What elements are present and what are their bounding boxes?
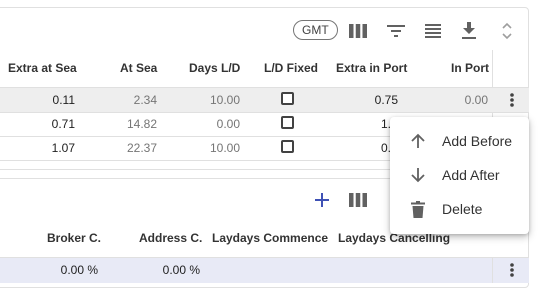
cell-extra-in-port[interactable]: 0.75 <box>375 93 398 107</box>
cell-in-port[interactable]: 0.00 <box>465 93 488 107</box>
menu-item-label: Delete <box>442 201 483 217</box>
header-laydays-commence[interactable]: Laydays Commence <box>212 231 328 245</box>
menu-item-add-after[interactable]: Add After <box>390 158 529 192</box>
header-extra-at-sea[interactable]: Extra at Sea <box>8 61 77 75</box>
cell-at-sea[interactable]: 2.34 <box>134 93 157 107</box>
cell-at-sea[interactable]: 22.37 <box>127 141 157 155</box>
cell-broker-c[interactable]: 0.00 % <box>61 263 98 277</box>
row-more-icon[interactable] <box>497 88 527 112</box>
arrow-up-icon <box>408 131 428 151</box>
cell-days-ld[interactable]: 10.00 <box>210 93 240 107</box>
row-more-icon[interactable] <box>497 258 527 282</box>
cell-address-c[interactable]: 0.00 % <box>163 263 200 277</box>
add-icon[interactable] <box>312 190 332 210</box>
sticky-column-divider <box>492 258 493 283</box>
header-ld-fixed[interactable]: L/D Fixed <box>264 61 318 75</box>
header-broker-c[interactable]: Broker C. <box>47 231 101 245</box>
cell-extra-at-sea[interactable]: 0.71 <box>52 117 75 131</box>
cell-extra-at-sea[interactable]: 1.07 <box>52 141 75 155</box>
menu-item-label: Add After <box>442 167 500 183</box>
cell-at-sea[interactable]: 14.82 <box>127 117 157 131</box>
header-in-port[interactable]: In Port <box>451 61 489 75</box>
header-at-sea[interactable]: At Sea <box>120 61 157 75</box>
ld-fixed-checkbox[interactable] <box>281 116 294 129</box>
timezone-chip[interactable]: GMT <box>293 20 338 40</box>
filter-icon[interactable] <box>386 21 406 41</box>
table-row-selected[interactable] <box>0 88 529 112</box>
columns-icon[interactable] <box>348 190 368 210</box>
menu-item-label: Add Before <box>442 133 513 149</box>
menu-item-delete[interactable]: Delete <box>390 192 529 226</box>
sort-icon[interactable] <box>497 19 517 43</box>
download-icon[interactable] <box>459 20 479 40</box>
ld-fixed-checkbox[interactable] <box>281 92 294 105</box>
row-context-menu: Add Before Add After Delete <box>390 117 529 234</box>
columns-icon[interactable] <box>348 21 368 41</box>
trash-icon <box>408 199 428 219</box>
cell-days-ld[interactable]: 0.00 <box>217 117 240 131</box>
header-days-ld[interactable]: Days L/D <box>189 61 240 75</box>
row-divider <box>0 112 529 113</box>
cell-days-ld[interactable]: 10.00 <box>210 141 240 155</box>
header-address-c[interactable]: Address C. <box>139 231 202 245</box>
density-icon[interactable] <box>423 21 443 41</box>
ld-fixed-checkbox[interactable] <box>281 140 294 153</box>
cell-extra-at-sea[interactable]: 0.11 <box>53 93 75 107</box>
arrow-down-icon <box>408 165 428 185</box>
menu-item-add-before[interactable]: Add Before <box>390 124 529 158</box>
header-extra-in-port[interactable]: Extra in Port <box>336 61 407 75</box>
